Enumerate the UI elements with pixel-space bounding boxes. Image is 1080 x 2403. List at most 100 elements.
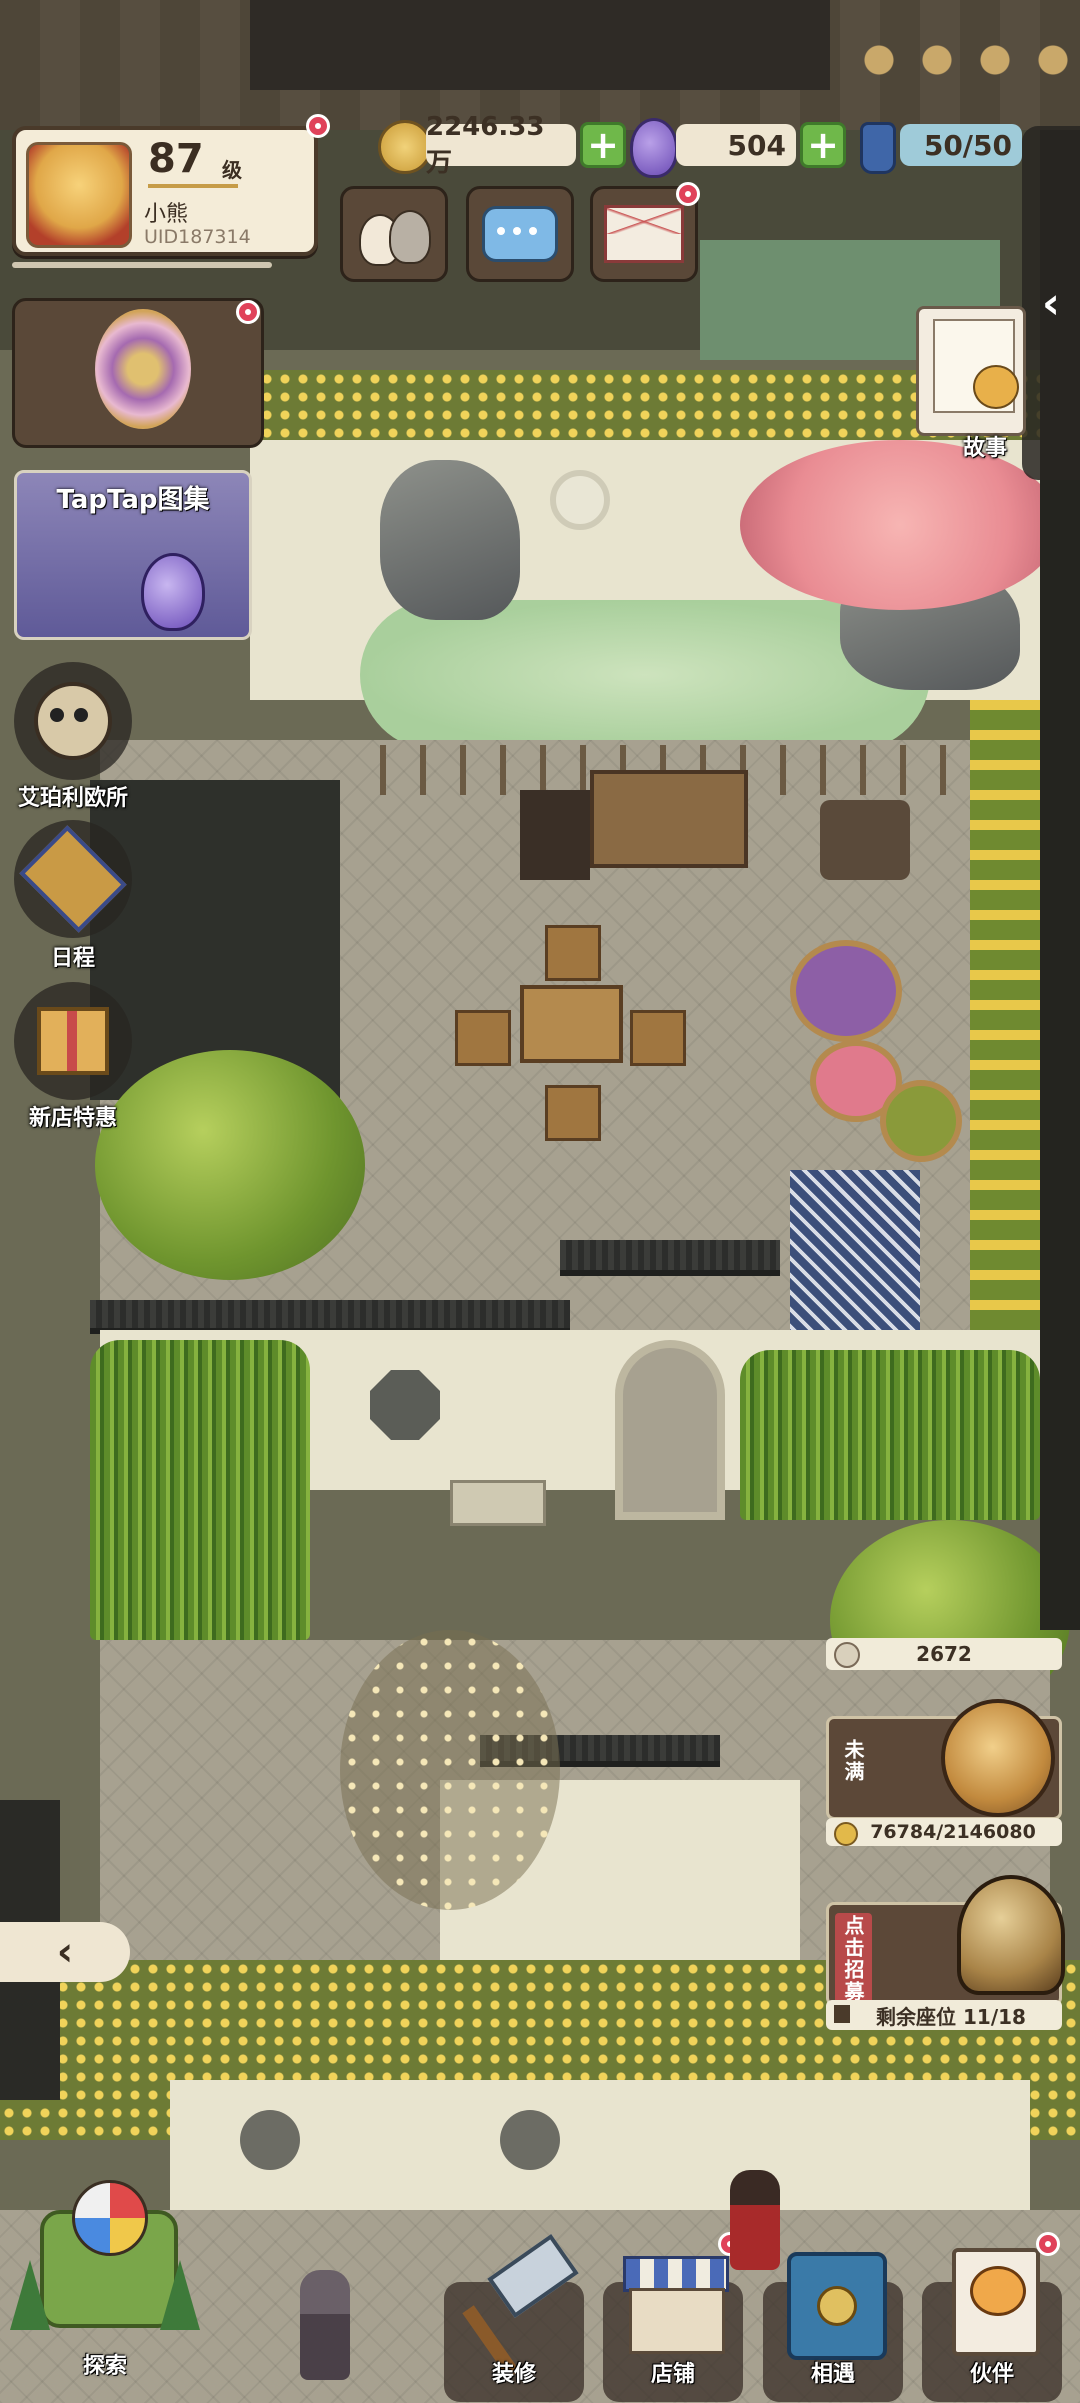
taptap-label: TapTap图集 <box>56 485 210 515</box>
player-name: 小熊 <box>144 202 189 227</box>
player-uid: UID187314 <box>144 226 251 248</box>
recruit-panel[interactable]: 点击招募 <box>826 1875 1065 2009</box>
egg-icon <box>630 118 678 178</box>
not-full-label: 未满 <box>841 1739 865 1783</box>
avatar[interactable] <box>26 142 132 248</box>
bamboo-left <box>90 1340 310 1640</box>
lanterns <box>850 40 1080 80</box>
chat-icon <box>482 206 558 262</box>
sidebar-item-schedule[interactable] <box>14 820 132 938</box>
story-label: 故事 <box>962 436 1007 461</box>
roof-left <box>90 1300 570 1334</box>
kitchen-table <box>590 770 748 868</box>
shop-front <box>629 2288 725 2354</box>
bonsai-stand <box>450 1480 546 1526</box>
recruit-label: 点击招募 <box>835 1913 872 2009</box>
player-card[interactable]: 87 级 小熊 UID187314 <box>12 126 318 256</box>
sidebar-label-owl: 艾珀利欧所 <box>17 786 128 811</box>
story-button[interactable] <box>916 306 1026 436</box>
sidebar-label-gift: 新店特惠 <box>28 1106 117 1131</box>
seats-remaining: 剩余座位 11/18 <box>876 2004 1026 2029</box>
seats-bar: 剩余座位 11/18 <box>826 2000 1062 2030</box>
income-progress: 76784/2146080 <box>870 1821 1036 1843</box>
nav-explore[interactable] <box>10 2180 200 2370</box>
tea-table <box>520 985 623 1063</box>
coin-icon <box>834 1822 858 1846</box>
partner-icon <box>952 2248 1040 2356</box>
player-exp-bar <box>12 262 272 268</box>
cat-face-icon <box>973 365 1019 409</box>
stool-top <box>545 925 601 981</box>
right-drawer-toggle[interactable]: ‹ <box>1022 126 1080 480</box>
moon-gate <box>615 1340 725 1520</box>
bell-icon <box>957 1875 1065 1995</box>
chair-icon <box>834 2005 850 2023</box>
willow-left <box>95 1050 365 1280</box>
tip-jar-icon <box>941 1699 1055 1817</box>
encounter-icon <box>787 2252 887 2360</box>
round-lattice-2 <box>500 2110 560 2170</box>
stool-right <box>630 1010 686 1066</box>
cats-icon <box>359 204 431 266</box>
bamboo-right <box>740 1350 1040 1520</box>
stamina-value: 50/50 <box>900 124 1022 166</box>
sidebar-item-owl[interactable] <box>14 662 132 780</box>
dish-icon <box>834 1642 860 1668</box>
mail-icon <box>604 205 684 263</box>
taptap-gallery-button[interactable]: TapTap图集 <box>14 470 252 640</box>
schedule-icon <box>19 825 127 933</box>
well <box>820 800 910 880</box>
add-eggs-button[interactable]: + <box>800 122 846 168</box>
drying-basket-purple <box>790 940 902 1042</box>
chat-button[interactable] <box>466 186 574 282</box>
chevron-left-icon: ‹ <box>1041 277 1061 329</box>
round-window <box>550 470 610 530</box>
cats-button[interactable] <box>340 186 448 282</box>
event-banner[interactable] <box>12 298 264 448</box>
wolf-character <box>300 2270 350 2380</box>
top-house-roof <box>250 0 830 90</box>
octagon-window <box>370 1370 440 1440</box>
shop-count-bar: 2672 <box>826 1638 1062 1670</box>
sidebar-item-gift[interactable] <box>14 982 132 1100</box>
partner-notification-dot <box>1036 2232 1060 2256</box>
nav-partner-label: 伙伴 <box>969 2362 1014 2387</box>
stool-left <box>455 1010 511 1066</box>
vine-right <box>970 700 1040 1350</box>
stove <box>520 790 590 880</box>
shop-icon <box>623 2256 729 2292</box>
stool-bottom <box>545 1085 601 1141</box>
tip-jar-panel[interactable]: 未满 <box>826 1699 1062 1820</box>
add-coins-button[interactable]: + <box>580 122 626 168</box>
round-lattice-1 <box>240 2110 300 2170</box>
chevron-left-icon: ‹ <box>56 1929 74 1975</box>
mail-notification-dot <box>676 182 700 206</box>
coins-value: 2246.33万 <box>426 112 576 178</box>
eggs-value: 504 <box>676 124 796 166</box>
indigo-cloth <box>790 1170 920 1340</box>
coin-icon <box>378 120 432 174</box>
nav-shop-label: 店铺 <box>650 2362 695 2387</box>
nav-decorate-label: 装修 <box>491 2362 536 2387</box>
tree-emblem-icon <box>95 309 191 429</box>
sidebar-label-schedule: 日程 <box>50 946 95 971</box>
shop-count: 2672 <box>916 1642 972 1666</box>
nav-encounter-label: 相遇 <box>810 2362 855 2387</box>
rockery <box>380 460 520 620</box>
income-bar: 76784/2146080 <box>826 1818 1062 1846</box>
pinwheel-icon <box>72 2180 148 2256</box>
level-suffix: 级 <box>222 158 242 182</box>
drying-basket-green <box>880 1080 962 1162</box>
egg-icon <box>141 553 205 631</box>
cherry-tree <box>740 440 1060 610</box>
girl-character <box>730 2170 780 2270</box>
gift-icon <box>37 1007 109 1075</box>
event-notification-dot <box>236 300 260 324</box>
owl-icon <box>34 682 112 760</box>
player-level: 87 <box>148 136 204 182</box>
expand-left-button[interactable]: ‹ <box>0 1922 130 1982</box>
potion-icon <box>860 122 896 174</box>
player-notification-dot <box>306 114 330 138</box>
level-progress <box>148 184 238 188</box>
roof-center <box>560 1240 780 1276</box>
